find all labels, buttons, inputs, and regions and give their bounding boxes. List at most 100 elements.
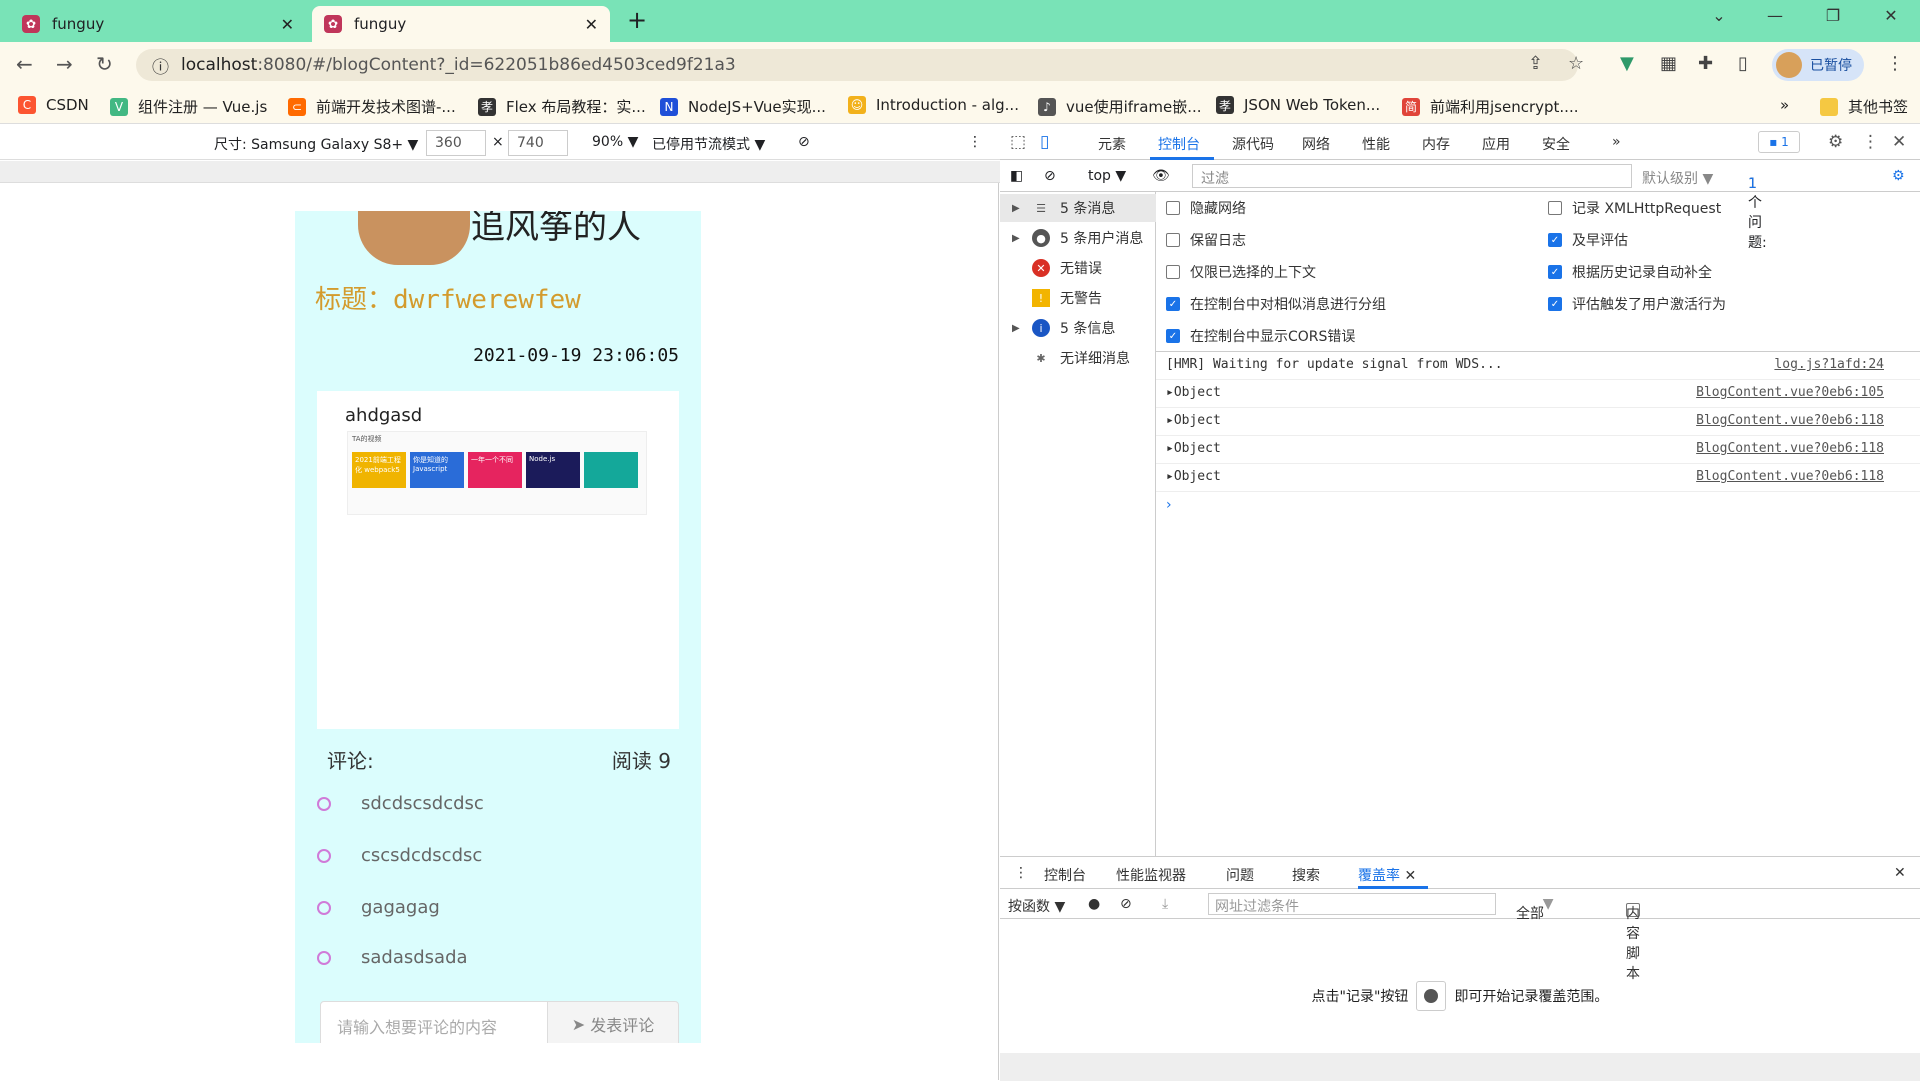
checkbox-checked[interactable]: ✓ [1166,329,1180,343]
bookmark-item[interactable]: N NodeJS+Vue实现... [660,96,826,117]
setting-group-similar[interactable]: ✓ 在控制台中对相似消息进行分组 [1166,294,1386,314]
close-drawer-icon[interactable]: ✕ [1894,865,1906,881]
more-tabs[interactable]: » [1612,134,1621,150]
viewport-width-input[interactable]: 360 [426,130,486,156]
drawer-tab-console[interactable]: 控制台 [1044,865,1086,885]
source-link[interactable]: log.js?1afd:24 [1774,357,1884,372]
record-icon[interactable]: ● [1088,896,1100,912]
checkbox-checked[interactable]: ✓ [1166,297,1180,311]
sidebar-item-errors[interactable]: ✕ 无错误 [1000,254,1156,282]
setting-autocomplete[interactable]: ✓ 根据历史记录自动补全 [1548,262,1712,282]
restore-icon[interactable]: ❐ [1818,6,1848,25]
vue-devtools-icon[interactable]: ▼ [1620,53,1634,74]
site-info-icon[interactable]: ⓘ [152,53,169,78]
download-icon[interactable]: ⤓ [1162,896,1168,912]
coverage-mode-select[interactable]: 按函数 ▼ [1008,896,1065,916]
console-message[interactable]: ▸Object BlogContent.vue?0eb6:118 [1156,464,1920,492]
checkbox[interactable] [1548,201,1562,215]
checkbox[interactable] [1166,265,1180,279]
device-toggle-icon[interactable]: ▯ [1040,132,1049,152]
issues-badge[interactable]: ▪ 1 [1758,131,1800,153]
tab-search-icon[interactable]: ⌄ [1704,6,1734,25]
bookmark-item[interactable]: C CSDN [18,96,89,114]
bookmark-item[interactable]: ☺ Introduction - alg... [848,96,1019,114]
new-tab-icon[interactable]: + [622,6,652,36]
expand-triangle-icon[interactable]: ▸ [1166,441,1174,456]
tab-elements[interactable]: 元素 [1098,134,1126,154]
media-query-ruler[interactable] [0,161,1000,183]
tab-application[interactable]: 应用 [1482,134,1510,154]
setting-hide-network[interactable]: 隐藏网络 [1166,198,1246,218]
bookmark-item[interactable]: ♪ vue使用iframe嵌... [1038,96,1202,117]
drawer-tab-search[interactable]: 搜索 [1292,865,1320,885]
setting-log-xhr[interactable]: 记录 XMLHttpRequest [1548,198,1721,218]
close-devtools-icon[interactable]: ✕ [1892,132,1906,152]
close-tab-icon[interactable]: ✕ [585,15,598,34]
tab-memory[interactable]: 内存 [1422,134,1450,154]
bookmark-item[interactable]: 简前端利用jsencrypt.... [1402,96,1578,117]
tab-sources[interactable]: 源代码 [1232,134,1274,154]
close-tab-icon[interactable]: ✕ [1404,868,1416,884]
close-tab-icon[interactable]: ✕ [281,15,294,34]
share-icon[interactable]: ⇪ [1528,53,1543,74]
setting-show-cors[interactable]: ✓ 在控制台中显示CORS错误 [1166,326,1355,346]
tab-security[interactable]: 安全 [1542,134,1570,154]
coverage-type-select[interactable]: 全部 ▼ [1516,896,1553,922]
checkbox-checked[interactable]: ✓ [1548,265,1562,279]
checkbox[interactable] [1166,201,1180,215]
side-panel-icon[interactable]: ▯ [1738,53,1748,74]
comment-input[interactable]: 请输入想要评论的内容 [320,1001,548,1043]
extension-icon[interactable]: ▦ [1660,53,1677,74]
setting-eager-eval[interactable]: ✓ 及早评估 [1548,230,1628,250]
bookmark-item[interactable]: V 组件注册 — Vue.js [110,96,267,117]
rotate-icon[interactable]: ⊘ [798,134,810,150]
checkbox-checked[interactable]: ✓ [1548,233,1562,247]
console-settings-icon[interactable]: ⚙ [1892,168,1905,184]
clear-icon[interactable]: ⊘ [1120,896,1132,912]
clear-console-icon[interactable]: ⊘ [1044,168,1056,184]
throttle-select[interactable]: 已停用节流模式 ▼ [652,134,765,154]
submit-comment-button[interactable]: ➤ 发表评论 [547,1001,679,1043]
sidebar-item-info[interactable]: ▶ i 5 条信息 [1000,314,1156,342]
drawer-menu-icon[interactable]: ⋮ [1014,865,1028,881]
tab-console[interactable]: 控制台 [1158,134,1200,154]
console-prompt[interactable]: › [1166,497,1172,513]
source-link[interactable]: BlogContent.vue?0eb6:118 [1696,441,1884,456]
back-icon[interactable]: ← [16,52,33,76]
bookmark-star-icon[interactable]: ☆ [1568,53,1584,74]
setting-selected-context[interactable]: 仅限已选择的上下文 [1166,262,1316,282]
expand-triangle-icon[interactable]: ▸ [1166,469,1174,484]
device-select[interactable]: 尺寸: Samsung Galaxy S8+ ▼ [214,134,418,154]
tab-network[interactable]: 网络 [1302,134,1330,154]
sidebar-item-verbose[interactable]: ✱ 无详细消息 [1000,344,1156,372]
profile-button[interactable]: 已暂停 [1772,49,1864,81]
drawer-tab-performance-monitor[interactable]: 性能监视器 [1116,865,1186,885]
log-level-select[interactable]: 默认级别 ▼ [1642,168,1713,188]
url-bar[interactable]: ⓘ localhost:8080/#/blogContent?_id=62205… [136,49,1578,81]
tab-performance[interactable]: 性能 [1362,134,1390,154]
start-recording-button[interactable] [1416,981,1447,1011]
expand-triangle-icon[interactable]: ▸ [1166,385,1174,400]
extensions-puzzle-icon[interactable]: ✚ [1698,53,1713,74]
bookmark-item[interactable]: 孝 JSON Web Token... [1216,96,1380,114]
sidebar-toggle-icon[interactable]: ◧ [1010,168,1023,184]
source-link[interactable]: BlogContent.vue?0eb6:118 [1696,469,1884,484]
menu-icon[interactable]: ⋮ [1886,53,1904,74]
source-link[interactable]: BlogContent.vue?0eb6:105 [1696,385,1884,400]
browser-tab-active[interactable]: ✿ funguy ✕ [312,6,610,42]
inspect-icon[interactable]: ⬚ [1010,132,1026,152]
checkbox-checked[interactable]: ✓ [1548,297,1562,311]
sidebar-item-warnings[interactable]: ! 无警告 [1000,284,1156,312]
other-bookmarks[interactable]: 其他书签 [1820,96,1908,117]
bookmark-item[interactable]: 孝 Flex 布局教程：实... [478,96,646,117]
console-message[interactable]: ▸Object BlogContent.vue?0eb6:105 [1156,380,1920,408]
sidebar-item-messages[interactable]: ▶ ☰ 5 条消息 [1000,194,1156,222]
more-options-icon[interactable]: ⋮ [968,134,982,150]
eye-icon[interactable]: 👁 [1152,168,1170,184]
console-message[interactable]: ▸Object BlogContent.vue?0eb6:118 [1156,408,1920,436]
viewport-height-input[interactable]: 740 [508,130,568,156]
drawer-tab-issues[interactable]: 问题 [1226,865,1254,885]
url-filter-input[interactable]: 网址过滤条件 [1208,893,1496,915]
drawer-tab-coverage[interactable]: 覆盖率 ✕ [1358,865,1416,885]
browser-tab[interactable]: ✿ funguy ✕ [10,6,306,42]
